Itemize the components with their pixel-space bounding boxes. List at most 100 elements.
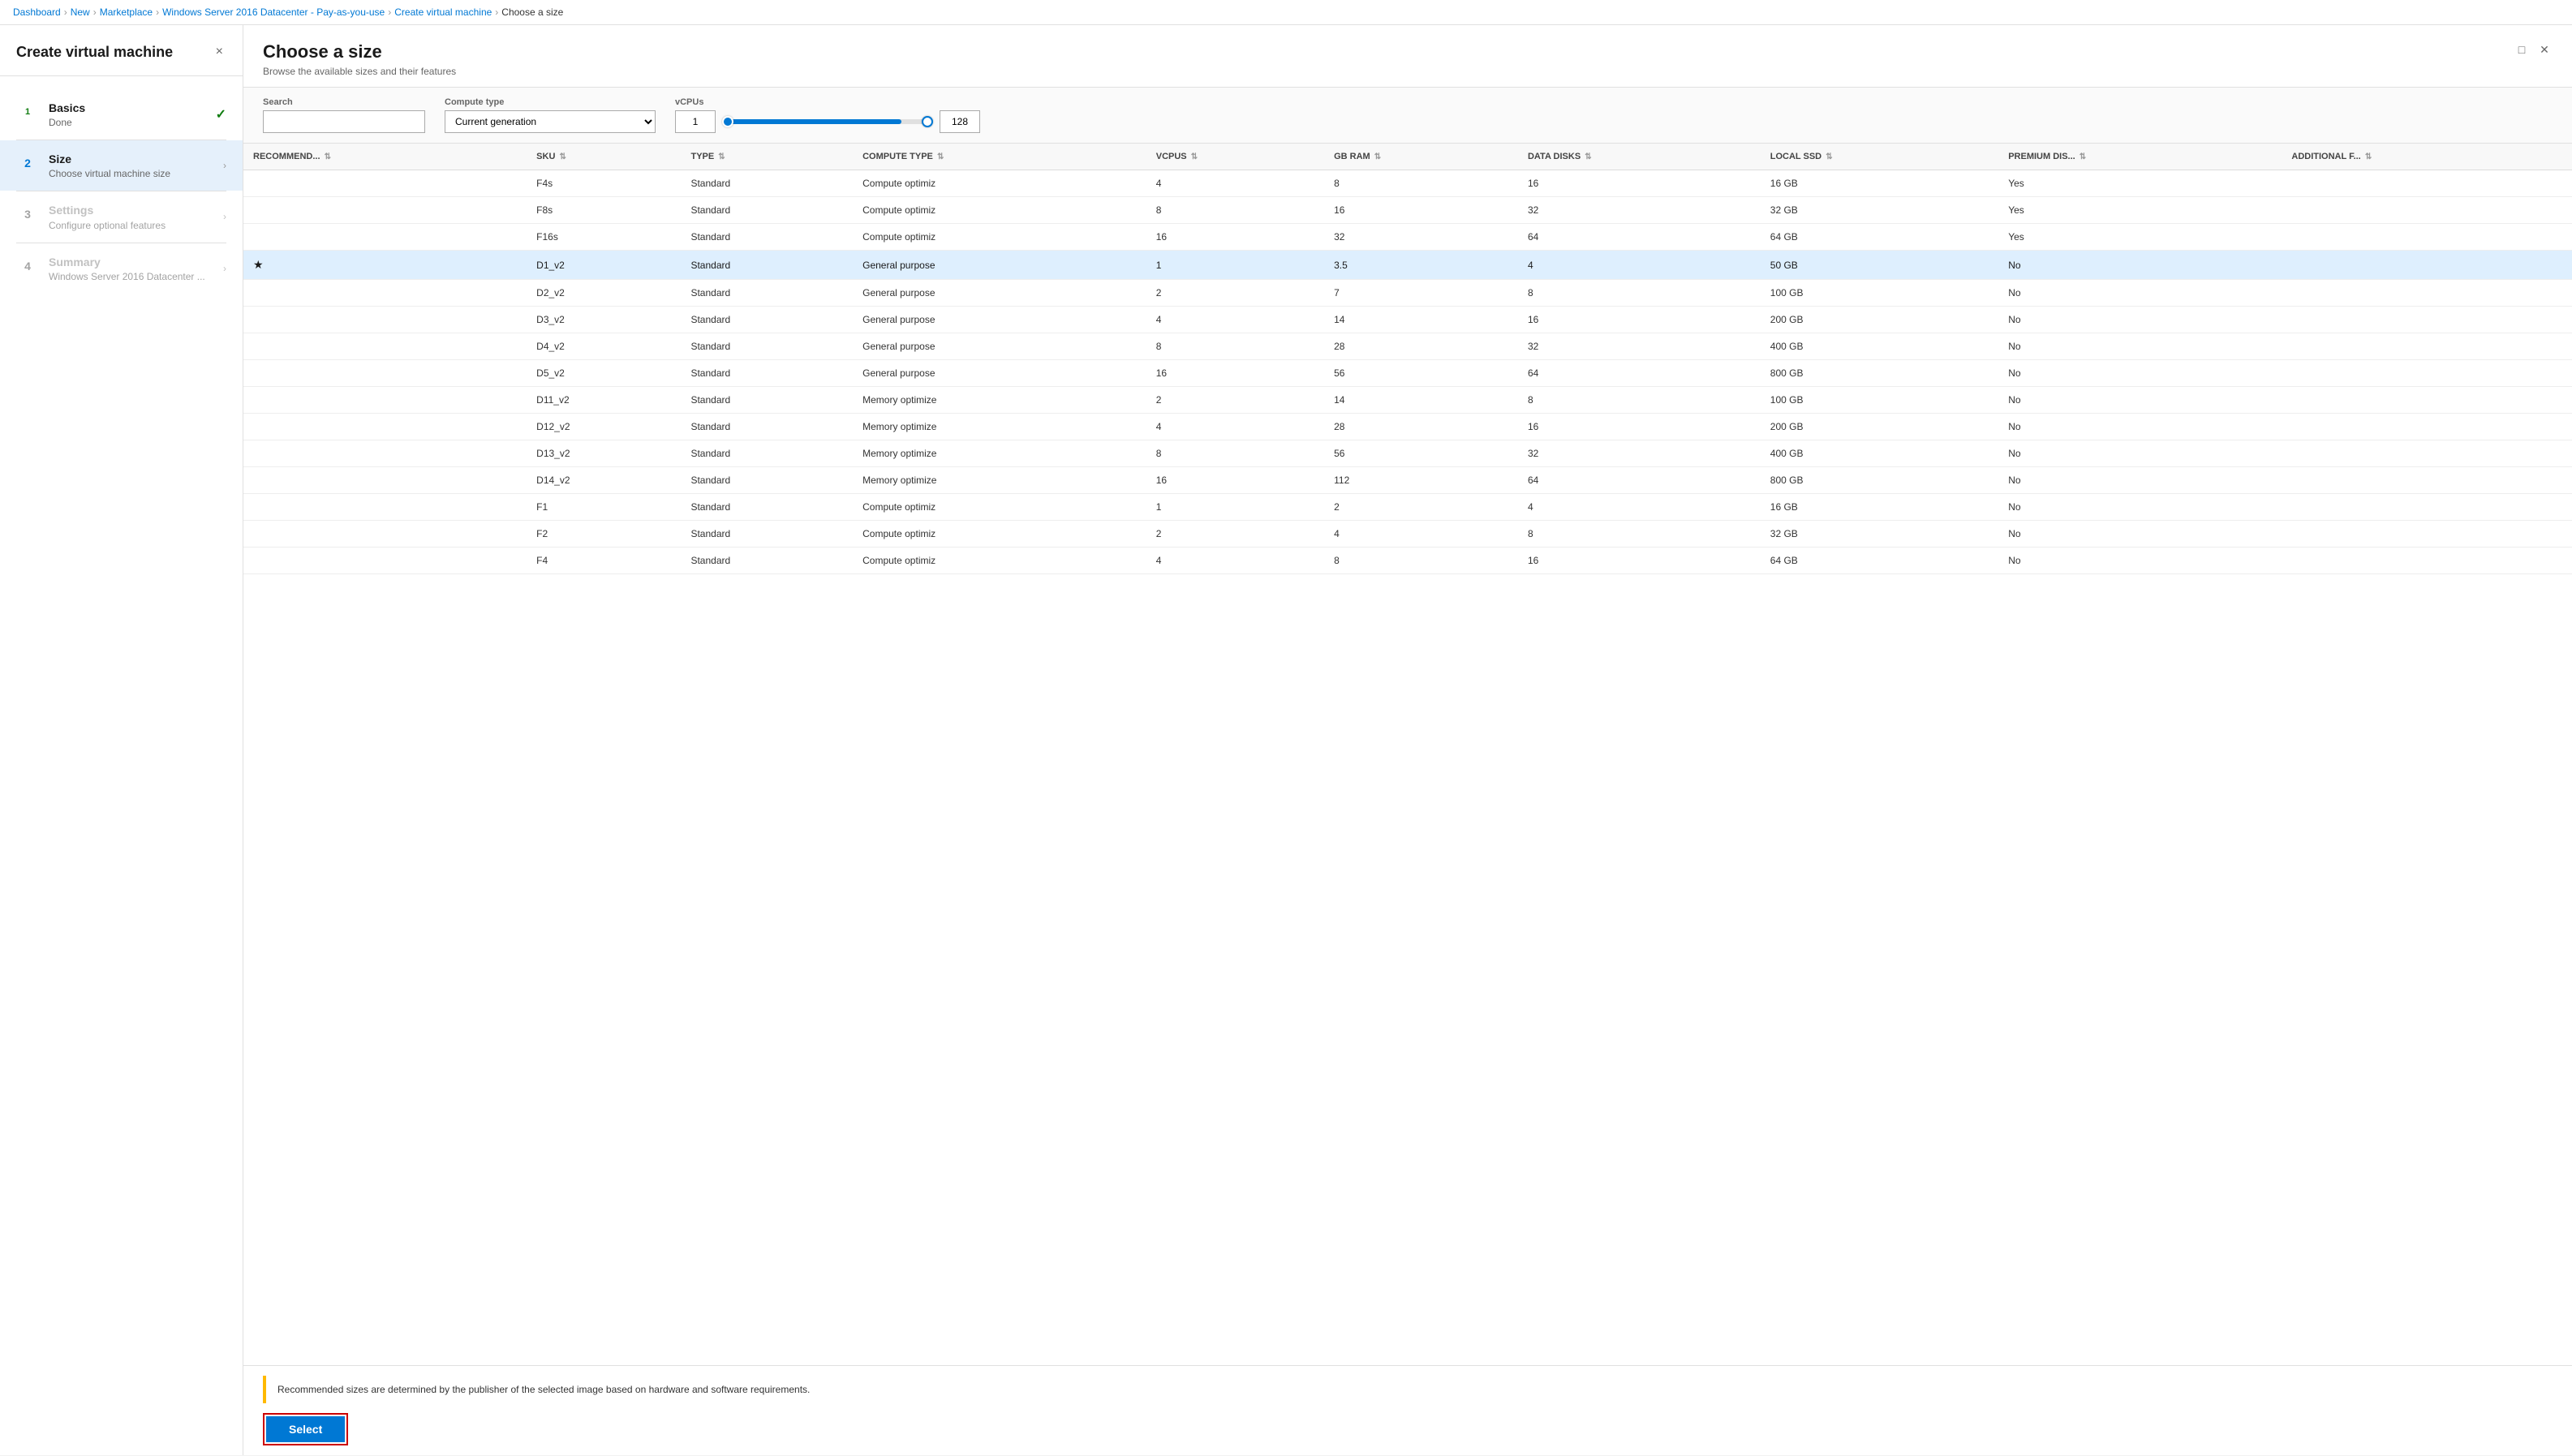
col-local-ssd[interactable]: LOCAL SSD ⇅ [1761,144,1998,170]
table-row[interactable]: ★D1_v2StandardGeneral purpose13.5450 GBN… [243,251,2572,280]
cell-gb_ram: 56 [1324,360,1518,387]
minimize-button[interactable]: □ [2514,41,2530,58]
cell-vcpus: 2 [1146,387,1324,414]
cell-gb_ram: 8 [1324,548,1518,574]
compute-type-label: Compute type [445,97,656,107]
size-table-container: RECOMMEND... ⇅ SKU ⇅ TYPE ⇅ COMPUTE TYPE… [243,144,2572,1365]
cell-recommended [243,467,527,494]
cell-premium_dis: Yes [1998,170,2282,197]
table-row[interactable]: D2_v2StandardGeneral purpose278100 GBNo [243,280,2572,307]
cell-premium_dis: Yes [1998,224,2282,251]
cell-vcpus: 4 [1146,548,1324,574]
cell-sku: D5_v2 [527,360,681,387]
breadcrumb-dashboard[interactable]: Dashboard [13,6,61,18]
cell-premium_dis: No [1998,494,2282,521]
table-row[interactable]: D11_v2StandardMemory optimize2148100 GBN… [243,387,2572,414]
col-type[interactable]: TYPE ⇅ [681,144,853,170]
col-additional-f[interactable]: ADDITIONAL F... ⇅ [2282,144,2572,170]
cell-type: Standard [681,197,853,224]
cell-premium_dis: No [1998,387,2282,414]
table-row[interactable]: F4StandardCompute optimiz481664 GBNo [243,548,2572,574]
col-vcpus[interactable]: VCPUS ⇅ [1146,144,1324,170]
breadcrumb-new[interactable]: New [71,6,90,18]
cell-additional_f [2282,387,2572,414]
cell-gb_ram: 14 [1324,387,1518,414]
table-row[interactable]: F16sStandardCompute optimiz16326464 GBYe… [243,224,2572,251]
table-row[interactable]: D5_v2StandardGeneral purpose165664800 GB… [243,360,2572,387]
cell-sku: D13_v2 [527,440,681,467]
step-3-sublabel: Configure optional features [49,220,223,231]
table-row[interactable]: D14_v2StandardMemory optimize1611264800 … [243,467,2572,494]
col-sku[interactable]: SKU ⇅ [527,144,681,170]
table-row[interactable]: D4_v2StandardGeneral purpose82832400 GBN… [243,333,2572,360]
cell-sku: F1 [527,494,681,521]
cell-compute_type: Memory optimize [853,467,1146,494]
col-recommended[interactable]: RECOMMEND... ⇅ [243,144,527,170]
cell-data_disks: 32 [1518,197,1761,224]
sort-icon-type: ⇅ [718,152,725,161]
breadcrumb: Dashboard › New › Marketplace › Windows … [0,0,2572,25]
recommendation-note: Recommended sizes are determined by the … [263,1376,2553,1403]
step-summary: 4 Summary Windows Server 2016 Datacenter… [0,243,243,294]
col-gb-ram[interactable]: GB RAM ⇅ [1324,144,1518,170]
cell-local_ssd: 400 GB [1761,440,1998,467]
cell-additional_f [2282,251,2572,280]
select-button[interactable]: Select [266,1416,345,1442]
cell-local_ssd: 800 GB [1761,360,1998,387]
table-row[interactable]: D3_v2StandardGeneral purpose41416200 GBN… [243,307,2572,333]
vcpu-min-input[interactable] [675,110,716,133]
cell-additional_f [2282,414,2572,440]
cell-premium_dis: No [1998,414,2282,440]
close-button[interactable]: × [213,41,226,62]
vcpu-slider-thumb-right[interactable] [922,116,933,127]
table-row[interactable]: F1StandardCompute optimiz12416 GBNo [243,494,2572,521]
cell-additional_f [2282,307,2572,333]
close-panel-button[interactable]: ✕ [2536,41,2553,58]
cell-gb_ram: 32 [1324,224,1518,251]
cell-type: Standard [681,494,853,521]
table-row[interactable]: D13_v2StandardMemory optimize85632400 GB… [243,440,2572,467]
cell-gb_ram: 2 [1324,494,1518,521]
table-row[interactable]: F4sStandardCompute optimiz481616 GBYes [243,170,2572,197]
cell-compute_type: General purpose [853,333,1146,360]
table-row[interactable]: F8sStandardCompute optimiz8163232 GBYes [243,197,2572,224]
cell-gb_ram: 16 [1324,197,1518,224]
cell-vcpus: 2 [1146,280,1324,307]
cell-premium_dis: No [1998,307,2282,333]
cell-compute_type: Compute optimiz [853,494,1146,521]
table-row[interactable]: D12_v2StandardMemory optimize42816200 GB… [243,414,2572,440]
cell-type: Standard [681,170,853,197]
cell-vcpus: 1 [1146,494,1324,521]
cell-recommended [243,387,527,414]
vcpu-slider-thumb-left[interactable] [722,116,733,127]
cell-recommended [243,548,527,574]
cell-gb_ram: 3.5 [1324,251,1518,280]
cell-premium_dis: No [1998,251,2282,280]
col-compute-type[interactable]: COMPUTE TYPE ⇅ [853,144,1146,170]
step-4-number: 4 [16,255,39,277]
breadcrumb-create-vm[interactable]: Create virtual machine [394,6,492,18]
step-size[interactable]: 2 Size Choose virtual machine size › [0,140,243,191]
search-input[interactable] [263,110,425,133]
step-2-number: 2 [16,152,39,174]
breadcrumb-marketplace[interactable]: Marketplace [100,6,153,18]
vcpu-max-input[interactable] [940,110,980,133]
cell-additional_f [2282,467,2572,494]
cell-data_disks: 8 [1518,280,1761,307]
panel-header: Choose a size Browse the available sizes… [243,25,2572,88]
col-data-disks[interactable]: DATA DISKS ⇅ [1518,144,1761,170]
cell-additional_f [2282,440,2572,467]
table-row[interactable]: F2StandardCompute optimiz24832 GBNo [243,521,2572,548]
cell-vcpus: 8 [1146,333,1324,360]
sort-icon-gb-ram: ⇅ [1374,152,1381,161]
cell-premium_dis: Yes [1998,197,2282,224]
cell-vcpus: 8 [1146,197,1324,224]
compute-type-select[interactable]: Current generation All generations Class… [445,110,656,133]
cell-sku: D3_v2 [527,307,681,333]
step-2-sublabel: Choose virtual machine size [49,168,223,179]
col-premium-dis[interactable]: PREMIUM DIS... ⇅ [1998,144,2282,170]
step-basics[interactable]: 1 Basics Done ✓ [0,89,243,140]
cell-additional_f [2282,521,2572,548]
breadcrumb-product[interactable]: Windows Server 2016 Datacenter - Pay-as-… [162,6,385,18]
cell-premium_dis: No [1998,548,2282,574]
